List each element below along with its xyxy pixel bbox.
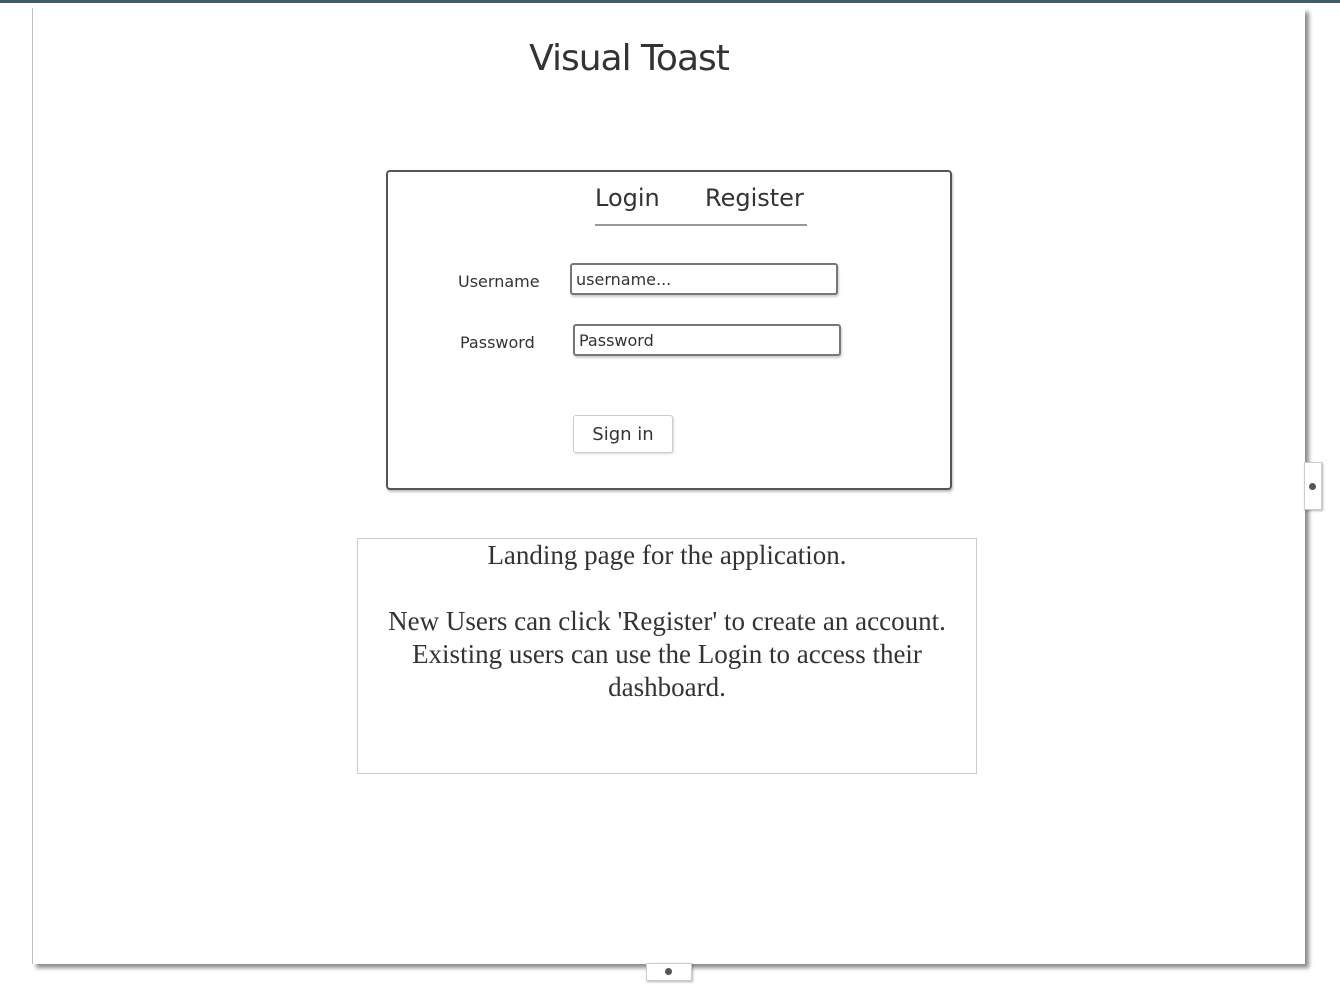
auth-tabs: Login Register xyxy=(595,180,807,226)
note-spacer xyxy=(358,572,976,605)
note-line-4: dashboard. xyxy=(608,672,726,702)
login-panel: Login Register Username Password Sign in xyxy=(386,170,952,490)
drag-handle-icon xyxy=(1309,483,1316,490)
password-label: Password xyxy=(460,333,535,352)
note-line-1: Landing page for the application. xyxy=(487,540,847,570)
wireframe-canvas: Visual Toast Login Register Username Pas… xyxy=(32,8,1305,964)
username-label: Username xyxy=(458,272,540,291)
resize-handle-right[interactable] xyxy=(1304,462,1322,510)
password-input[interactable] xyxy=(573,324,841,356)
tab-login[interactable]: Login xyxy=(595,184,660,212)
tab-register[interactable]: Register xyxy=(705,184,804,212)
app-title: Visual Toast xyxy=(529,38,730,79)
note-line-3: Existing users can use the Login to acce… xyxy=(412,639,922,669)
sign-in-button[interactable]: Sign in xyxy=(573,415,673,453)
annotation-note: Landing page for the application. New Us… xyxy=(357,538,977,774)
resize-handle-bottom[interactable] xyxy=(646,963,692,981)
note-line-2: New Users can click 'Register' to create… xyxy=(388,606,946,636)
window-top-border xyxy=(0,0,1340,3)
drag-handle-icon xyxy=(665,968,672,975)
username-input[interactable] xyxy=(570,263,838,295)
